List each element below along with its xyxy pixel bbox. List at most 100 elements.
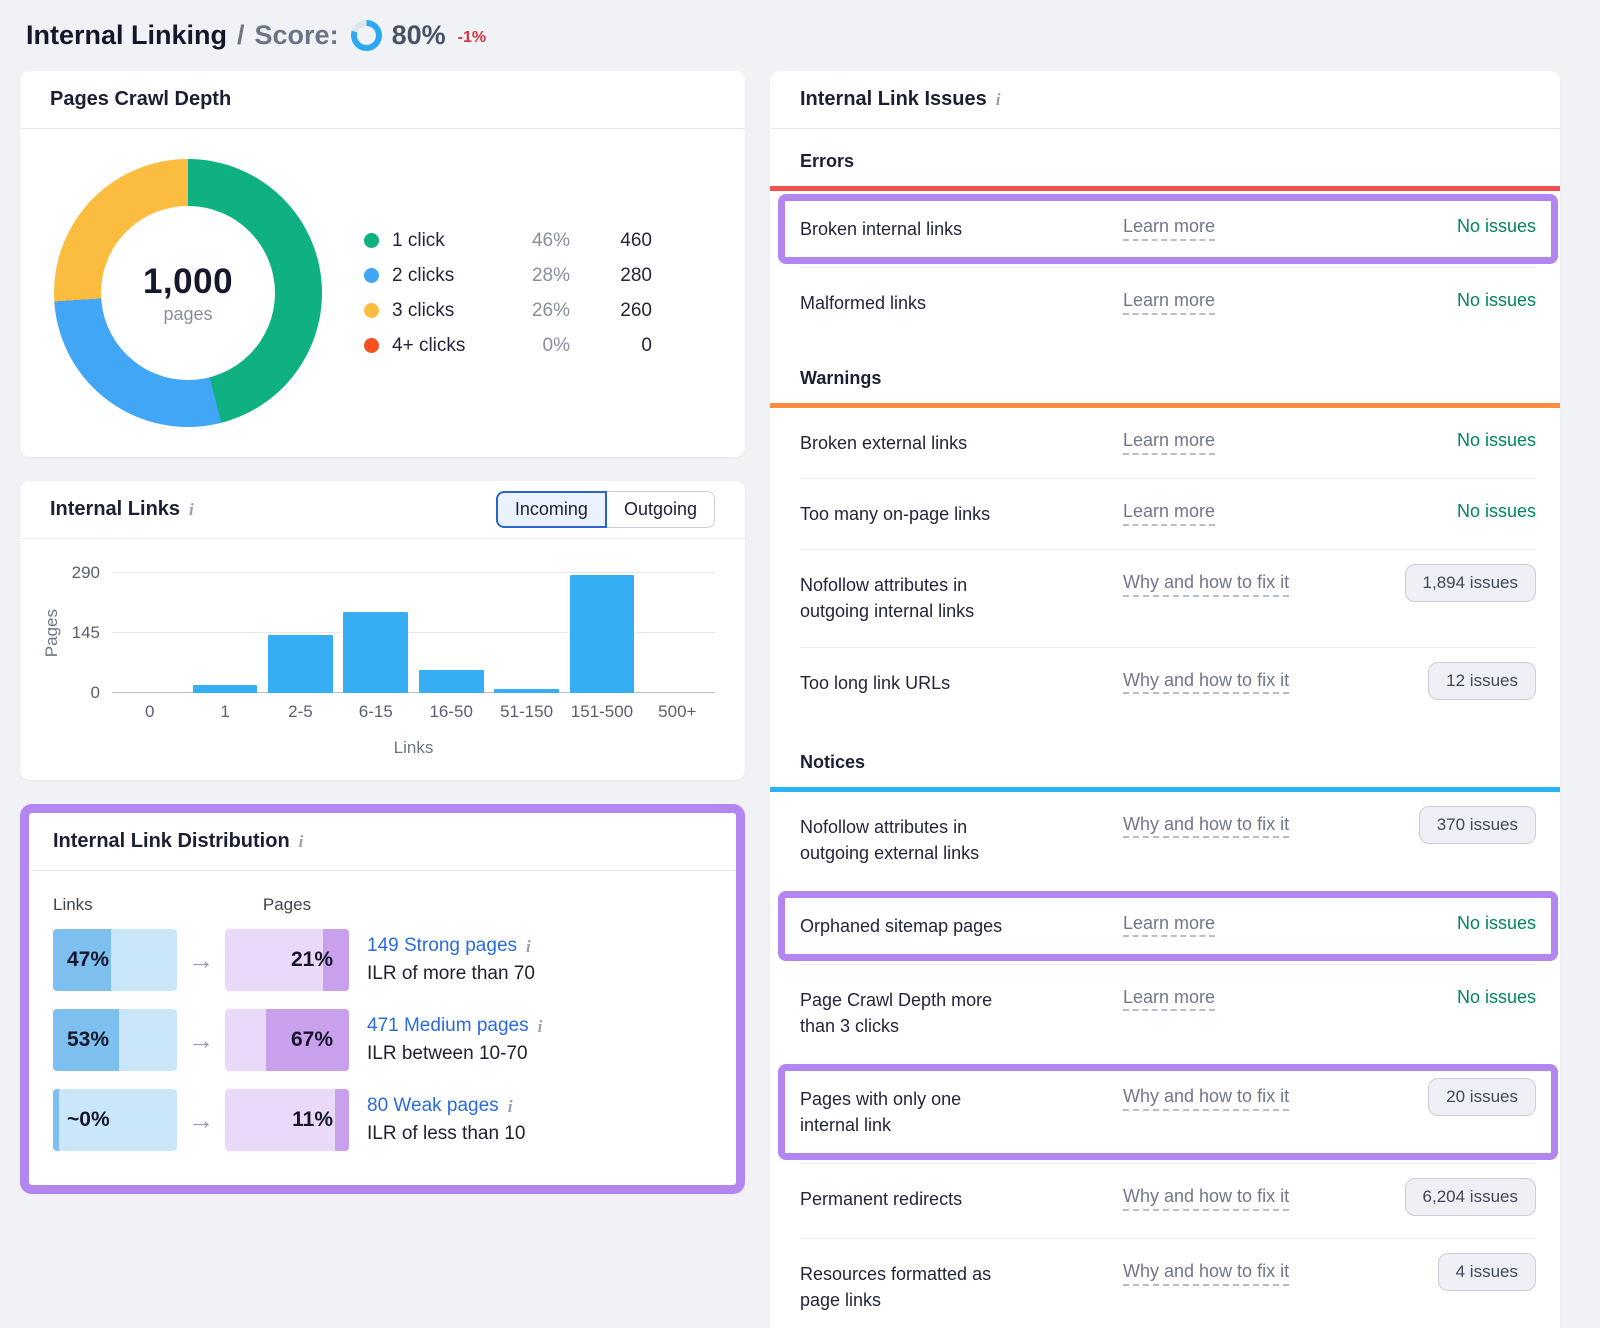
issue-result: No issues [1457, 290, 1536, 311]
pages-crawl-depth-body: 1,000 pages 1 click 46% 460 2 clicks 28%… [20, 129, 745, 457]
internal-links-card: Internal Links i IncomingOutgoing Pages … [20, 481, 745, 780]
issue-help-link[interactable]: Learn more [1123, 216, 1215, 237]
legend-dot-icon [364, 338, 379, 353]
issue-row: Page Crawl Depth more than 3 clicks Lear… [800, 964, 1536, 1061]
issue-label: Too many on-page links [800, 501, 1015, 527]
bar-slot [489, 573, 564, 693]
info-icon[interactable]: i [538, 1018, 543, 1035]
issue-row: Broken internal links Learn more No issu… [785, 201, 1551, 257]
toggle-outgoing-button[interactable]: Outgoing [607, 491, 715, 528]
issue-row: Permanent redirects Why and how to fix i… [800, 1163, 1536, 1238]
issue-result: No issues [1457, 430, 1536, 451]
no-issues-status: No issues [1457, 290, 1536, 310]
internal-links-title-group: Internal Links i [50, 498, 194, 521]
issue-count-badge[interactable]: 20 issues [1428, 1078, 1536, 1116]
plot-area [112, 573, 715, 693]
issue-help-link[interactable]: Why and how to fix it [1123, 572, 1289, 593]
issue-row: Malformed links Learn more No issues [800, 267, 1536, 338]
section-title: Notices [800, 752, 1536, 773]
issue-help-link[interactable]: Learn more [1123, 501, 1215, 522]
distribution-body: Links Pages 47% → 21% 149 Strong pages i… [29, 871, 736, 1185]
info-icon[interactable]: i [508, 1098, 513, 1115]
info-icon[interactable]: i [526, 938, 531, 955]
section-rows: Broken external links Learn more No issu… [800, 408, 1536, 721]
issue-help-link[interactable]: Why and how to fix it [1123, 1261, 1289, 1282]
x-tick-label: 500+ [640, 702, 715, 722]
bar-slot [338, 573, 413, 693]
issue-help-link[interactable]: Why and how to fix it [1123, 1086, 1289, 1107]
issue-help-link[interactable]: Learn more [1123, 987, 1215, 1008]
issue-count-badge[interactable]: 4 issues [1438, 1253, 1536, 1291]
internal-links-card-header: Internal Links i IncomingOutgoing [20, 481, 745, 539]
issue-count-badge[interactable]: 1,894 issues [1405, 564, 1536, 602]
issues-body: Errors Broken internal links Learn more … [770, 129, 1560, 1328]
issue-label: Permanent redirects [800, 1186, 1015, 1212]
issue-result: 12 issues [1428, 670, 1536, 700]
issue-label: Resources formatted as page links [800, 1261, 1015, 1313]
bar [419, 670, 484, 693]
issue-label: Broken internal links [800, 216, 1015, 242]
legend-dot-icon [364, 303, 379, 318]
issue-count-badge[interactable]: 370 issues [1419, 806, 1536, 844]
info-icon[interactable]: i [996, 91, 1001, 108]
legend-dot-icon [364, 233, 379, 248]
left-column: Pages Crawl Depth 1,000 pages 1 click 46… [20, 71, 745, 1194]
pages-share-percent: 11% [292, 1108, 333, 1132]
internal-links-chart-body: Pages 0145290 012-56-1516-5051-150151-50… [20, 539, 745, 780]
issue-count-badge[interactable]: 6,204 issues [1405, 1178, 1536, 1216]
toggle-incoming-button[interactable]: Incoming [496, 491, 607, 528]
bar-slot [263, 573, 338, 693]
info-icon[interactable]: i [189, 501, 194, 518]
issue-row: Pages with only one internal link Why an… [785, 1071, 1551, 1153]
arrow-right-icon: → [177, 945, 225, 976]
bar-slot [112, 573, 187, 693]
links-share-percent: 53% [67, 1028, 109, 1052]
issue-help-link[interactable]: Why and how to fix it [1123, 814, 1289, 835]
info-icon[interactable]: i [299, 833, 304, 850]
bar [570, 575, 635, 693]
issue-row: Nofollow attributes in outgoing internal… [800, 549, 1536, 646]
arrow-right-icon: → [177, 1105, 225, 1136]
incoming-outgoing-toggle: IncomingOutgoing [496, 491, 715, 528]
issue-row: Orphaned sitemap pages Learn more No iss… [785, 898, 1551, 954]
issue-help-link[interactable]: Learn more [1123, 430, 1215, 451]
no-issues-status: No issues [1457, 430, 1536, 450]
issues-section-warnings: Warnings Broken external links Learn mor… [800, 368, 1536, 721]
issue-label: Orphaned sitemap pages [800, 913, 1015, 939]
issues-section-notices: Notices Nofollow attributes in outgoing … [800, 752, 1536, 1328]
legend-value: 0 [570, 335, 652, 357]
bar-slot [640, 573, 715, 693]
highlight-outline: Orphaned sitemap pages Learn more No iss… [778, 891, 1558, 961]
x-tick-label: 6-15 [338, 702, 413, 722]
distribution-info: 149 Strong pages i ILR of more than 70 [367, 935, 535, 985]
x-tick-label: 51-150 [489, 702, 564, 722]
pages-crawl-depth-title: Pages Crawl Depth [50, 88, 231, 111]
issue-help-link[interactable]: Why and how to fix it [1123, 1186, 1289, 1207]
issue-result: No issues [1457, 913, 1536, 934]
x-tick-label: 1 [187, 702, 262, 722]
content-layout: Pages Crawl Depth 1,000 pages 1 click 46… [20, 71, 1560, 1328]
issue-label: Page Crawl Depth more than 3 clicks [800, 987, 1015, 1039]
issue-label: Too long link URLs [800, 670, 1015, 696]
issue-result: 4 issues [1438, 1261, 1536, 1291]
pages-group-link[interactable]: 149 Strong pages [367, 935, 517, 957]
no-issues-status: No issues [1457, 913, 1536, 933]
issue-help-link[interactable]: Learn more [1123, 290, 1215, 311]
issue-help-link[interactable]: Learn more [1123, 913, 1215, 934]
pages-share-percent: 21% [291, 948, 333, 972]
issue-result: No issues [1457, 501, 1536, 522]
section-severity-bar [770, 186, 1560, 191]
pages-group-link[interactable]: 471 Medium pages [367, 1015, 529, 1037]
issue-count-badge[interactable]: 12 issues [1428, 662, 1536, 700]
pages-group-link[interactable]: 80 Weak pages [367, 1095, 499, 1117]
section-title: Errors [800, 151, 1536, 172]
pages-link-row: 80 Weak pages i [367, 1095, 525, 1117]
ilr-description: ILR of more than 70 [367, 963, 535, 985]
issue-help-link[interactable]: Why and how to fix it [1123, 670, 1289, 691]
pages-share-fill [335, 1089, 349, 1151]
pages-share-bar: 21% [225, 929, 349, 991]
highlight-outline: Pages with only one internal link Why an… [778, 1064, 1558, 1160]
issue-result: No issues [1457, 216, 1536, 237]
links-share-bar: ~0% [53, 1089, 177, 1151]
y-axis-ticks: 0145290 [68, 573, 112, 693]
